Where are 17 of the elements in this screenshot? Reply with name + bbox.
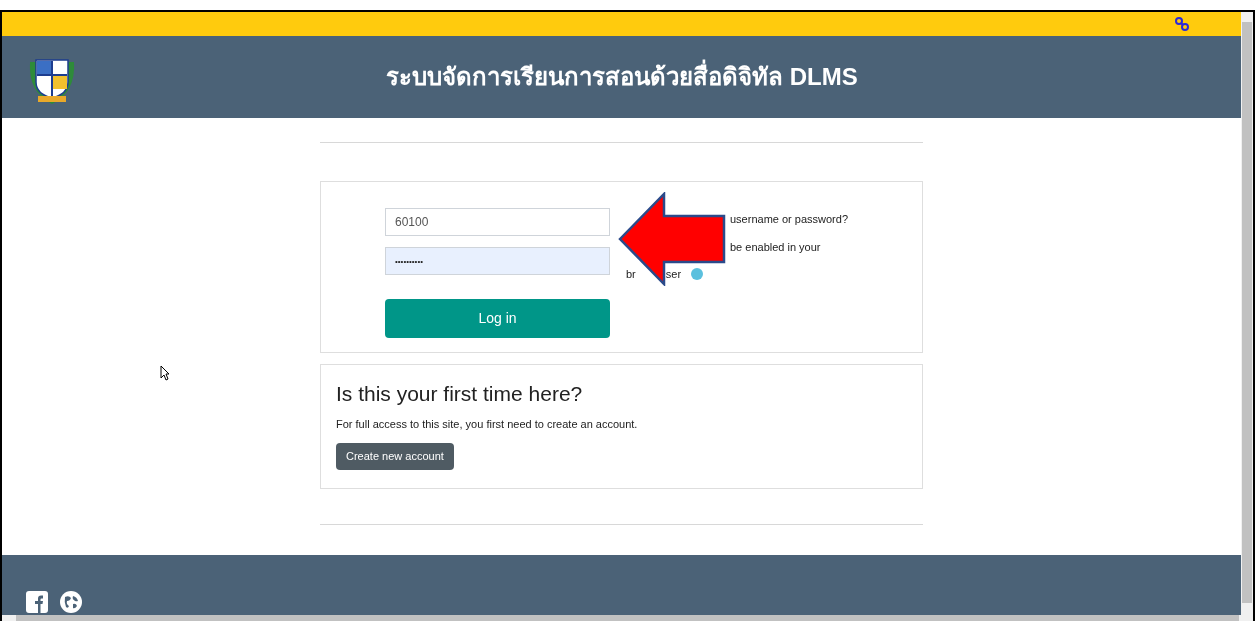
site-title: ระบบจัดการเรียนการสอนด้วยสื่อดิจิทัล DLMS <box>386 59 858 95</box>
help-text: ser <box>665 267 682 282</box>
help-text: br <box>626 267 636 282</box>
username-field[interactable]: 60100 <box>385 208 610 236</box>
signup-text: For full access to this site, you first need to create an account. <box>336 416 638 432</box>
help-text: username or password? <box>730 213 848 225</box>
facebook-icon[interactable] <box>26 591 48 613</box>
create-account-button[interactable]: Create new account <box>336 443 454 470</box>
signup-heading: Is this your first time here? <box>336 381 583 407</box>
password-field[interactable]: •••••••••• <box>385 247 610 275</box>
login-button[interactable]: Log in <box>385 299 610 338</box>
vertical-scrollbar[interactable] <box>1241 12 1253 615</box>
help-text: be enabled in your <box>730 240 821 253</box>
mouse-cursor-icon <box>160 365 170 381</box>
horizontal-scrollbar[interactable] <box>2 615 1253 621</box>
globe-icon[interactable] <box>60 591 82 613</box>
link-icon[interactable] <box>1175 17 1189 31</box>
